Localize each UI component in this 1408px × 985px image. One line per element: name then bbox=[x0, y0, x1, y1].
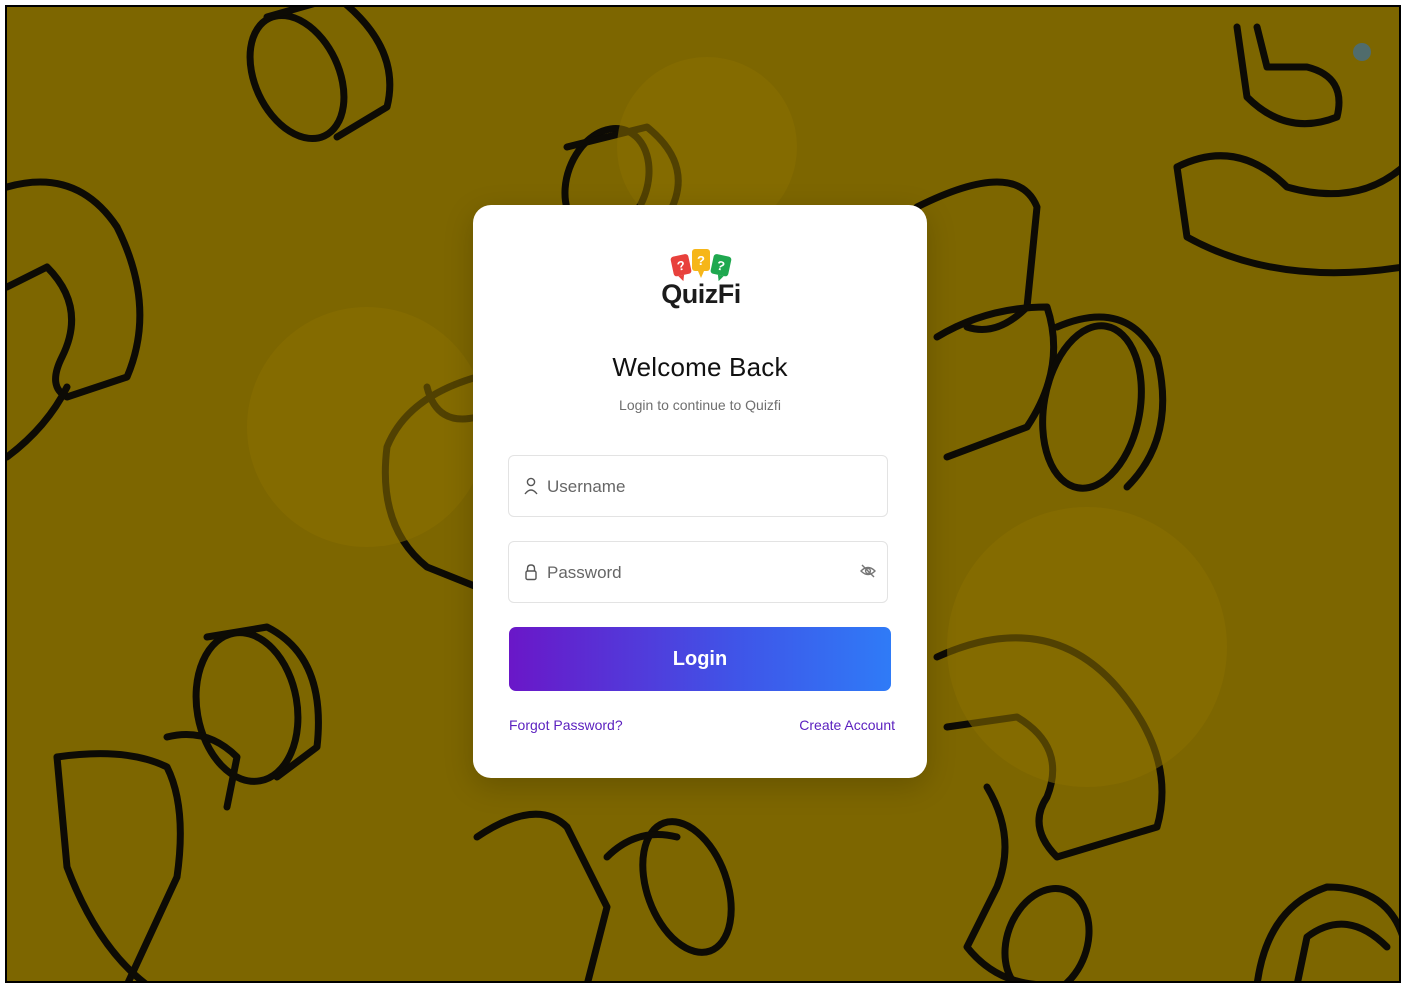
settings-dot-icon[interactable] bbox=[1353, 43, 1371, 61]
password-input[interactable] bbox=[545, 542, 849, 604]
username-field[interactable] bbox=[508, 455, 888, 518]
login-card: ? ? ? QuizFi Welcome Back Login to conti… bbox=[473, 205, 927, 778]
login-button[interactable]: Login bbox=[509, 627, 891, 691]
lock-icon bbox=[525, 564, 537, 581]
question-bubbles-icon: ? ? ? bbox=[670, 249, 732, 282]
eye-off-icon[interactable] bbox=[859, 562, 877, 580]
forgot-password-link[interactable]: Forgot Password? bbox=[509, 717, 623, 733]
password-field[interactable] bbox=[508, 541, 888, 604]
user-icon bbox=[524, 477, 538, 495]
page-subtitle: Login to continue to Quizfi bbox=[619, 397, 781, 413]
username-input[interactable] bbox=[545, 456, 849, 518]
quizfi-logo: ? ? ? QuizFi bbox=[661, 249, 741, 313]
bubble-glyph: ? bbox=[697, 253, 705, 268]
create-account-link[interactable]: Create Account bbox=[799, 717, 895, 733]
page-title: Welcome Back bbox=[612, 352, 788, 382]
logo-text: QuizFi bbox=[661, 279, 741, 309]
